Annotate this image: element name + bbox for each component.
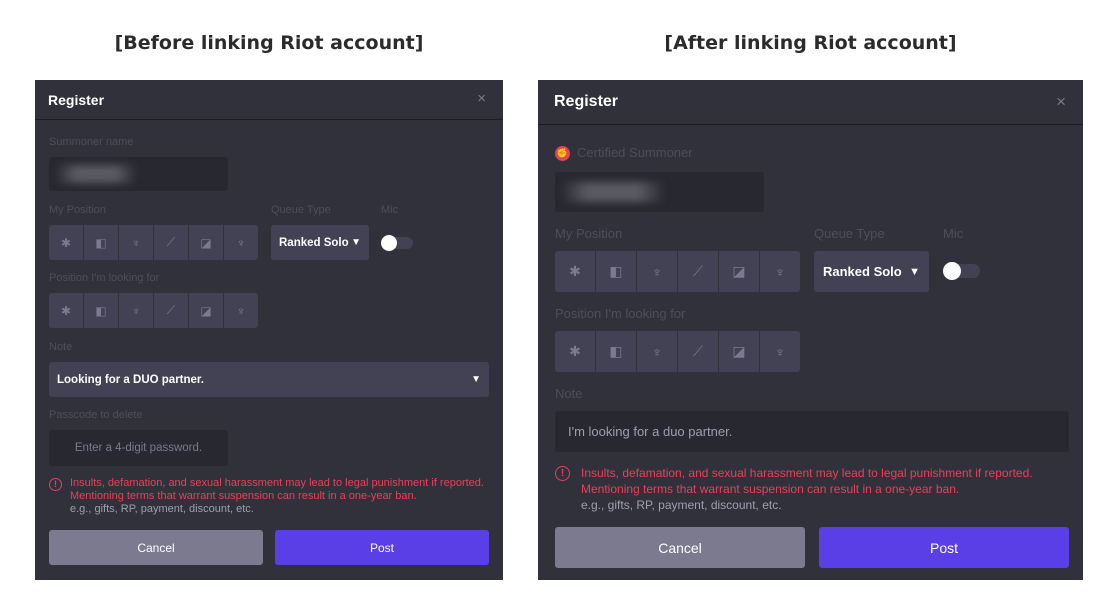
top-icon[interactable]: ◧ <box>596 251 636 292</box>
warning-line-1: Insults, defamation, and sexual harassme… <box>581 466 1033 480</box>
my-position-selector: ✱ ◧ ♆ ⟋ ◪ ♆ <box>49 225 258 260</box>
riot-certified-icon: ✊ <box>555 146 570 161</box>
fill-icon[interactable]: ✱ <box>49 225 83 260</box>
mic-toggle[interactable] <box>381 235 413 251</box>
dialog-header: Register × <box>35 80 503 120</box>
dialog-title: Register <box>48 92 105 108</box>
jungle-icon[interactable]: ♆ <box>119 225 153 260</box>
top-icon[interactable]: ◧ <box>84 293 118 328</box>
position-looking-label: Position I'm looking for <box>49 272 160 284</box>
queue-type-select[interactable]: Ranked Solo ▼ <box>814 251 929 292</box>
toggle-knob <box>943 262 961 280</box>
support-icon[interactable]: ♆ <box>760 331 800 372</box>
passcode-label: Passcode to delete <box>49 409 143 421</box>
mic-label: Mic <box>943 226 964 241</box>
blurred-summoner-name <box>55 165 137 183</box>
support-icon[interactable]: ♆ <box>224 293 258 328</box>
mic-toggle[interactable] <box>943 262 980 280</box>
caret-down-icon: ▼ <box>351 237 361 248</box>
mic-label: Mic <box>381 204 399 216</box>
warning-notice: ! Insults, defamation, and sexual harass… <box>555 465 1033 513</box>
queue-type-value: Ranked Solo <box>823 264 902 279</box>
post-button[interactable]: Post <box>819 527 1069 568</box>
cancel-button[interactable]: Cancel <box>49 530 263 565</box>
certified-summoner-label: Certified Summoner <box>577 145 693 160</box>
note-input[interactable]: I'm looking for a duo partner. <box>555 411 1069 452</box>
bottom-icon[interactable]: ◪ <box>189 293 223 328</box>
support-icon[interactable]: ♆ <box>224 225 258 260</box>
looking-position-selector: ✱ ◧ ♆ ⟋ ◪ ♆ <box>49 293 258 328</box>
queue-type-label: Queue Type <box>814 226 885 241</box>
close-icon[interactable]: × <box>1056 92 1066 112</box>
jungle-icon[interactable]: ♆ <box>637 331 677 372</box>
warning-icon: ! <box>49 478 62 491</box>
note-label: Note <box>49 341 73 353</box>
post-button[interactable]: Post <box>275 530 489 565</box>
mid-icon[interactable]: ⟋ <box>154 293 188 328</box>
cancel-button[interactable]: Cancel <box>555 527 805 568</box>
summoner-name-field[interactable] <box>49 157 228 191</box>
passcode-input[interactable]: Enter a 4-digit password. <box>49 430 228 466</box>
summoner-name-label: Summoner name <box>49 136 134 148</box>
caret-down-icon: ▼ <box>909 265 920 278</box>
warning-line-1: Insults, defamation, and sexual harassme… <box>70 477 484 489</box>
warning-line-2: Mentioning terms that warrant suspension… <box>70 490 417 502</box>
warning-line-3: e.g., gifts, RP, payment, discount, etc. <box>70 503 254 515</box>
fill-icon[interactable]: ✱ <box>555 251 595 292</box>
queue-type-select[interactable]: Ranked Solo ▼ <box>271 225 369 260</box>
looking-position-selector: ✱ ◧ ♆ ⟋ ◪ ♆ <box>555 331 800 372</box>
register-dialog-after: Register × ✊ Certified Summoner My Posit… <box>538 80 1083 580</box>
mid-icon[interactable]: ⟋ <box>678 331 718 372</box>
bottom-icon[interactable]: ◪ <box>719 251 759 292</box>
note-value: I'm looking for a duo partner. <box>568 424 733 439</box>
support-icon[interactable]: ♆ <box>760 251 800 292</box>
fill-icon[interactable]: ✱ <box>49 293 83 328</box>
queue-type-label: Queue Type <box>271 204 331 216</box>
warning-icon: ! <box>555 466 570 481</box>
my-position-label: My Position <box>49 204 106 216</box>
note-select[interactable]: Looking for a DUO partner. ▼ <box>49 362 489 397</box>
bottom-icon[interactable]: ◪ <box>719 331 759 372</box>
mid-icon[interactable]: ⟋ <box>678 251 718 292</box>
note-label: Note <box>555 386 583 401</box>
jungle-icon[interactable]: ♆ <box>119 293 153 328</box>
passcode-placeholder: Enter a 4-digit password. <box>74 442 203 454</box>
queue-type-value: Ranked Solo <box>279 236 349 249</box>
summoner-name-field[interactable] <box>555 172 764 212</box>
caret-down-icon: ▼ <box>471 374 481 385</box>
warning-line-3: e.g., gifts, RP, payment, discount, etc. <box>581 498 782 512</box>
warning-line-2: Mentioning terms that warrant suspension… <box>581 482 960 496</box>
blurred-summoner-name <box>561 182 665 202</box>
toggle-knob <box>381 235 397 251</box>
note-value: Looking for a DUO partner. <box>57 373 204 386</box>
top-icon[interactable]: ◧ <box>84 225 118 260</box>
position-looking-label: Position I'm looking for <box>555 306 686 321</box>
mid-icon[interactable]: ⟋ <box>154 225 188 260</box>
my-position-selector: ✱ ◧ ♆ ⟋ ◪ ♆ <box>555 251 800 292</box>
caption-after: [After linking Riot account] <box>664 32 957 54</box>
caption-before: [Before linking Riot account] <box>114 32 424 54</box>
close-icon[interactable]: × <box>477 90 486 107</box>
bottom-icon[interactable]: ◪ <box>189 225 223 260</box>
warning-notice: ! Insults, defamation, and sexual harass… <box>49 477 484 516</box>
jungle-icon[interactable]: ♆ <box>637 251 677 292</box>
dialog-title: Register <box>554 93 619 110</box>
top-icon[interactable]: ◧ <box>596 331 636 372</box>
register-dialog-before: Register × Summoner name My Position Que… <box>35 80 503 580</box>
dialog-header: Register × <box>538 80 1083 125</box>
my-position-label: My Position <box>555 226 623 241</box>
fill-icon[interactable]: ✱ <box>555 331 595 372</box>
